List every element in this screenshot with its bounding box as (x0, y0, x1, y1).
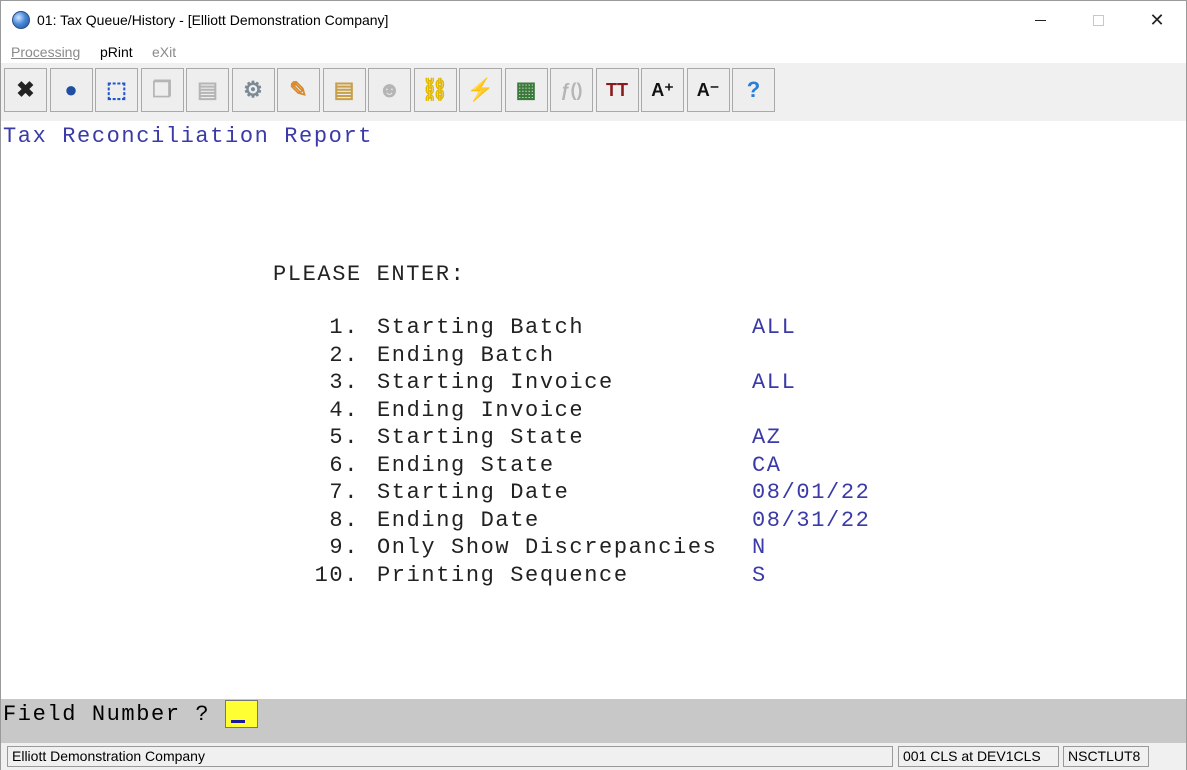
field-number: 2. (329, 342, 359, 368)
font-increase-button[interactable]: A⁺ (641, 68, 684, 112)
link-button[interactable]: ⛓ (413, 68, 457, 112)
settings-gear-icon: ⚙ (243, 77, 263, 102)
status-node: NSCTLUT8 (1063, 746, 1149, 767)
maximize-icon (1092, 14, 1104, 26)
status-company: Elliott Demonstration Company (7, 746, 893, 767)
field-row: 2. Ending Batch (1, 343, 1186, 370)
field-label: Printing Sequence (377, 562, 629, 588)
minimize-button[interactable] (1011, 1, 1069, 39)
close-button[interactable]: ✖ (4, 68, 47, 112)
notes-button[interactable]: ▤ (322, 68, 366, 112)
field-value: AZ (752, 425, 782, 450)
function-icon: ƒ() (560, 79, 583, 100)
field-row: 10. Printing Sequence S (1, 563, 1186, 590)
field-value: N (752, 535, 767, 560)
field-value: ALL (752, 370, 797, 395)
title-bar: 01: Tax Queue/History - [Elliott Demonst… (1, 1, 1186, 39)
close-icon: ✕ (1149, 9, 1165, 30)
field-value: 08/31/22 (752, 507, 871, 533)
field-row: 3. Starting Invoice ALL (1, 370, 1186, 397)
font-size-icon: TT (606, 79, 628, 100)
help-button[interactable]: ? (732, 68, 775, 112)
field-value: 08/01/22 (752, 480, 871, 505)
edit-pencil-icon: ✎ (289, 77, 308, 102)
field-number: 8. (329, 507, 359, 533)
copy-button[interactable]: ❐ (140, 68, 184, 112)
function-button[interactable]: ƒ() (550, 68, 593, 112)
field-number: 1. (329, 315, 359, 340)
app-globe-icon (12, 11, 30, 29)
menu-bar: Processing pRint eXit (1, 39, 1186, 63)
field-row: 5. Starting State AZ (1, 425, 1186, 452)
field-row: 7. Starting Date 08/01/22 (1, 480, 1186, 507)
field-row: 4. Ending Invoice (1, 398, 1186, 425)
link-icon: ⛓ (421, 77, 449, 102)
menu-processing[interactable]: Processing (11, 44, 80, 60)
field-number: 10. (314, 562, 359, 588)
menu-exit[interactable]: eXit (152, 44, 176, 60)
globe-icon: ● (64, 77, 78, 102)
font-decrease-button[interactable]: A⁻ (686, 68, 730, 112)
font-increase-icon: A⁺ (651, 79, 674, 100)
field-label: Starting Date (377, 480, 570, 505)
field-number: 4. (329, 397, 359, 423)
field-label: Ending Batch (377, 342, 555, 368)
page-title: Tax Reconciliation Report (3, 124, 374, 149)
close-icon: ✖ (16, 77, 35, 102)
edit-pencil-button[interactable]: ✎ (277, 68, 320, 112)
field-number-input[interactable] (225, 700, 258, 728)
calendar-lightning-icon: ▦ (515, 77, 537, 102)
field-number: 9. (329, 535, 359, 560)
field-row: 9. Only Show Discrepancies N (1, 535, 1186, 562)
field-number: 6. (329, 452, 359, 478)
settings-gear-button[interactable]: ⚙ (231, 68, 275, 112)
field-number: 5. (329, 425, 359, 450)
select-icon: ⬚ (106, 77, 127, 102)
toolbar: ✖ ● ⬚ ❐ ▤ ⚙ ✎ ▤ ☻ ⛓ ⚡ ▦ ƒ() TT A⁺ A⁻? (1, 63, 1186, 121)
field-label: Starting Invoice (377, 370, 614, 395)
status-bar: Elliott Demonstration Company 001 CLS at… (1, 743, 1186, 770)
notes-icon: ▤ (333, 77, 355, 102)
menu-processing-label: Processing (11, 44, 81, 60)
font-size-button[interactable]: TT (595, 68, 639, 112)
field-value: ALL (752, 315, 797, 340)
command-bar: Field Number ? (1, 699, 1186, 743)
field-value: S (752, 562, 767, 588)
field-row: 6. Ending State CA (1, 453, 1186, 480)
status-session: 001 CLS at DEV1CLS (898, 746, 1059, 767)
field-row: 8. Ending Date 08/31/22 (1, 508, 1186, 535)
field-label: Starting State (377, 425, 585, 450)
field-label: Ending Date (377, 507, 540, 533)
text-cursor (231, 720, 245, 723)
field-label: Ending State (377, 452, 555, 478)
users-icon: ☻ (377, 77, 402, 102)
font-decrease-icon: A⁻ (696, 79, 720, 100)
field-label: Ending Invoice (377, 397, 585, 423)
window-title: 01: Tax Queue/History - [Elliott Demonst… (37, 12, 389, 28)
maximize-button[interactable] (1069, 1, 1127, 39)
paste-button[interactable]: ▤ (186, 68, 229, 112)
users-button[interactable]: ☻ (368, 68, 411, 112)
field-row: 1. Starting Batch ALL (1, 315, 1186, 342)
lightning-icon: ⚡ (466, 77, 495, 102)
menu-print[interactable]: pRint (100, 44, 133, 60)
close-window-button[interactable]: ✕ (1128, 1, 1186, 39)
select-button[interactable]: ⬚ (95, 68, 138, 112)
application-window: 01: Tax Queue/History - [Elliott Demonst… (0, 0, 1187, 770)
help-icon: ? (746, 77, 761, 102)
field-value: CA (752, 452, 782, 478)
field-label: Starting Batch (377, 315, 585, 340)
field-number-prompt: Field Number ? (3, 702, 211, 727)
report-form: Tax Reconciliation Report PLEASE ENTER: … (1, 121, 1186, 699)
field-number: 3. (329, 370, 359, 395)
minimize-icon (1034, 19, 1046, 21)
copy-icon: ❐ (152, 77, 172, 102)
field-number: 7. (329, 480, 359, 505)
paste-icon: ▤ (197, 77, 218, 102)
prompt-heading: PLEASE ENTER: (273, 262, 466, 287)
field-label: Only Show Discrepancies (377, 535, 718, 560)
calendar-lightning-button[interactable]: ▦ (504, 68, 548, 112)
lightning-button[interactable]: ⚡ (459, 68, 502, 112)
globe-button[interactable]: ● (49, 68, 93, 112)
